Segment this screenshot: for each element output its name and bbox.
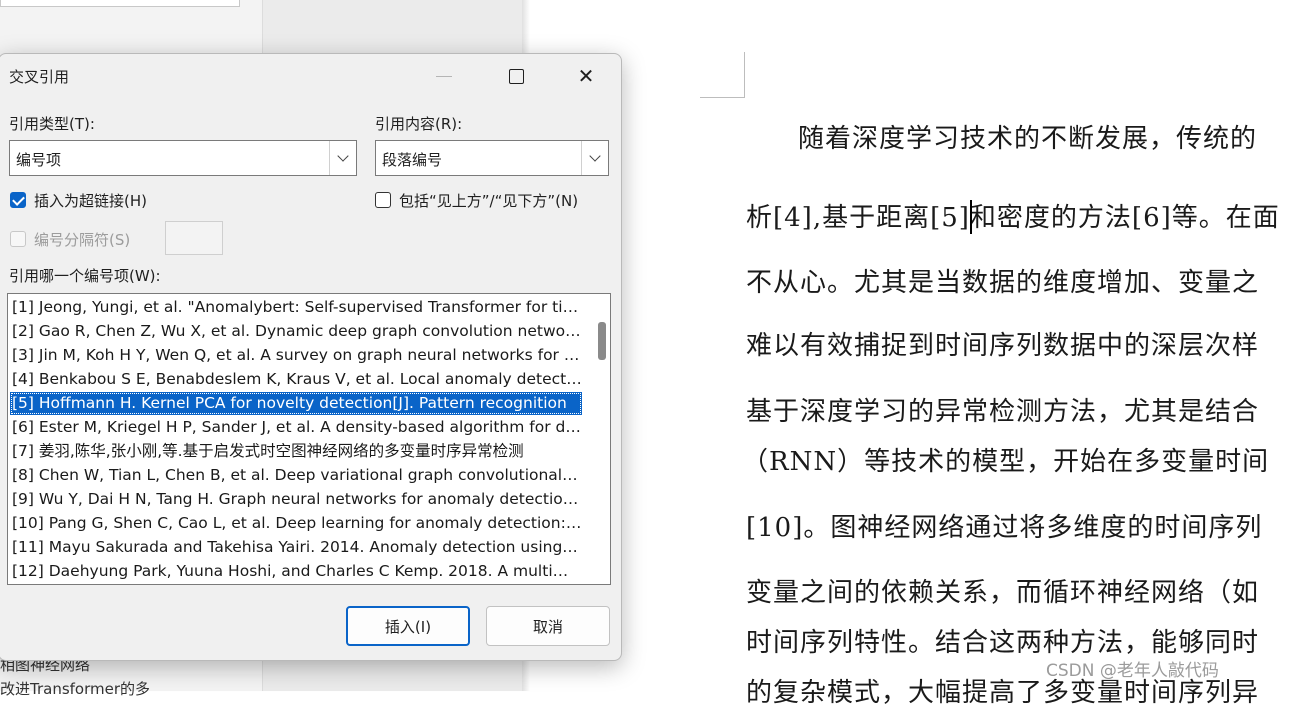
document-text-line[interactable]: 析[4],基于距离[5]和密度的方法[6]等。在面 [746,197,1280,234]
close-icon: ✕ [577,64,595,88]
nav-search-box[interactable] [0,0,240,7]
list-item[interactable]: [2] Gao R, Chen Z, Wu X, et al. Dynamic … [10,320,582,343]
list-item[interactable]: [10] Pang G, Shen C, Cao L, et al. Deep … [10,512,582,535]
dropdown-button[interactable] [329,141,356,175]
dropdown-button[interactable] [581,141,608,175]
reference-content-select[interactable]: 段落编号 [375,140,609,176]
text-caret [970,200,972,234]
watermark: CSDN @老年人敲代码 [1046,661,1219,681]
page-corner-mark [700,97,745,98]
list-item[interactable]: [3] Jin M, Koh H Y, Wen Q, et al. A surv… [10,344,582,367]
numbered-items-list[interactable]: [1] Jeong, Yungi, et al. "Anomalybert: S… [7,293,611,585]
number-separator-label: 编号分隔符(S) [34,231,131,249]
document-text-line[interactable]: 时间序列特性。结合这两种方法，能够同时 [746,622,1259,659]
include-above-below-checkbox[interactable] [375,192,391,208]
maximize-icon [508,68,524,84]
close-button[interactable]: ✕ [559,54,613,98]
list-item-selected[interactable]: [5] Hoffmann H. Kernel PCA for novelty d… [10,392,582,415]
document-text-line[interactable]: 难以有效捕捉到时间序列数据中的深层次样 [746,325,1259,362]
cross-reference-dialog: 交叉引用 ✕ 引用类型(T): 编号项 引用内容(R): 段落编号 插入为超链接… [0,53,622,661]
scrollbar-thumb[interactable] [598,322,606,360]
list-item[interactable]: [6] Ester M, Kriegel H P, Sander J, et a… [10,416,582,439]
insert-button[interactable]: 插入(I) [346,606,470,646]
insert-hyperlink-label[interactable]: 插入为超链接(H) [34,190,147,211]
document-text-line[interactable]: 不从心。尤其是当数据的维度增加、变量之 [746,262,1259,299]
number-separator-input [165,221,223,255]
reference-type-select[interactable]: 编号项 [9,140,357,176]
reference-type-value: 编号项 [16,151,62,169]
document-text-line[interactable]: [10]。图神经网络通过将多维度的时间序列 [746,507,1262,544]
nav-heading-item[interactable]: 改进Transformer的多 [0,678,150,699]
reference-content-label: 引用内容(R): [375,115,463,133]
chevron-down-icon [337,150,349,162]
include-above-below-label[interactable]: 包括“见上方”/“见下方”(N) [399,190,578,211]
reference-content-value: 段落编号 [382,151,443,169]
list-item[interactable]: [7] 姜羽,陈华,张小刚,等.基于启发式时空图神经网络的多变量时序异常检测 [10,440,582,463]
reference-type-label: 引用类型(T): [9,115,95,133]
document-text-line[interactable]: （RNN）等技术的模型，开始在多变量时间 [742,441,1269,478]
list-scrollbar[interactable] [594,296,608,582]
list-item[interactable]: [12] Daehyung Park, Yuuna Hoshi, and Cha… [10,560,582,583]
list-item[interactable]: [8] Chen W, Tian L, Chen B, et al. Deep … [10,464,582,487]
chevron-down-icon [589,150,601,162]
insert-hyperlink-checkbox[interactable] [10,192,26,208]
dialog-titlebar[interactable]: 交叉引用 ✕ [0,54,621,98]
minimize-button [417,54,471,98]
list-item[interactable]: [1] Jeong, Yungi, et al. "Anomalybert: S… [10,296,582,319]
minimize-icon [436,75,452,77]
cancel-button[interactable]: 取消 [486,606,610,646]
page-corner-mark [744,52,745,98]
number-separator-checkbox [10,231,26,247]
list-item[interactable]: [11] Mayu Sakurada and Takehisa Yairi. 2… [10,536,582,559]
document-text-line[interactable]: 随着深度学习技术的不断发展，传统的 [798,118,1257,155]
list-item[interactable]: [4] Benkabou S E, Benabdeslem K, Kraus V… [10,368,582,391]
dialog-title: 交叉引用 [9,68,70,86]
list-item[interactable]: [9] Wu Y, Dai H N, Tang H. Graph neural … [10,488,582,511]
document-text-line[interactable]: 变量之间的依赖关系，而循环神经网络（如 [746,572,1259,609]
maximize-button[interactable] [489,54,543,98]
which-item-label: 引用哪一个编号项(W): [9,267,161,285]
document-text-line[interactable]: 基于深度学习的异常检测方法，尤其是结合 [746,391,1259,428]
